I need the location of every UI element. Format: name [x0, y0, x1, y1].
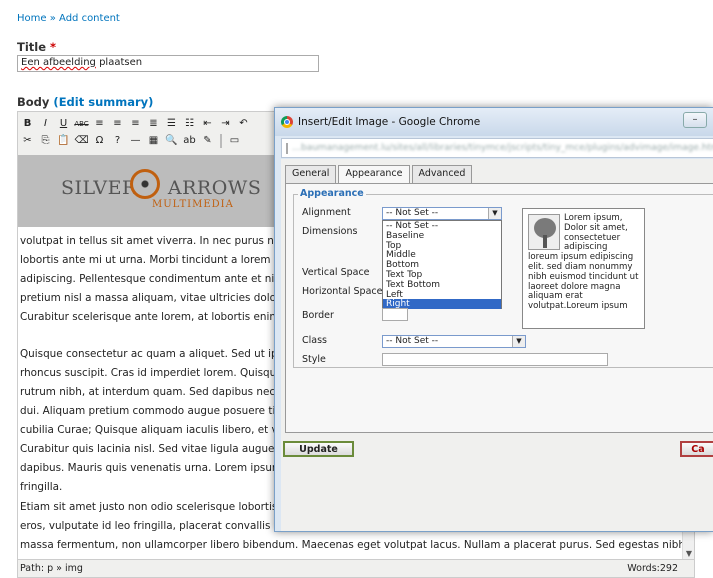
logo-subtitle: MULTIMEDIA	[152, 199, 234, 210]
alignment-option[interactable]: Left	[383, 290, 501, 300]
fullscreen-icon[interactable]: ▭	[227, 133, 242, 148]
cut-icon[interactable]: ✂	[20, 133, 35, 148]
strikethrough-icon[interactable]: ABC	[74, 116, 89, 131]
tab-appearance[interactable]: Appearance	[338, 165, 410, 184]
alignment-dropdown-list: -- Not Set -- Baseline Top Middle Bottom…	[382, 220, 502, 309]
tab-advanced[interactable]: Advanced	[411, 165, 473, 183]
dimensions-label: Dimensions	[302, 226, 358, 237]
table-icon[interactable]: ▦	[146, 133, 161, 148]
class-label: Class	[302, 335, 327, 346]
dialog-title: Insert/Edit Image - Google Chrome	[298, 116, 481, 128]
fieldset-legend: Appearance	[298, 188, 366, 199]
scroll-down-icon[interactable]: ▼	[686, 549, 692, 558]
logo-text-b: ARROWS	[167, 177, 262, 199]
tab-general[interactable]: General	[285, 165, 337, 183]
edit-summary-close: )	[148, 95, 154, 109]
align-center-icon[interactable]: ≡	[110, 116, 125, 131]
edit-icon[interactable]: ✎	[200, 133, 215, 148]
outdent-icon[interactable]: ⇤	[200, 116, 215, 131]
title-label: Title *	[17, 40, 56, 54]
alignment-option[interactable]: Text Top	[383, 270, 501, 280]
update-button[interactable]: Update	[283, 441, 354, 457]
title-input[interactable]: Een afbeelding plaatsen	[17, 55, 319, 72]
url-bar: …baumanagement.lu/sites/all/libraries/ti…	[281, 138, 713, 158]
clear-format-icon[interactable]: ⌫	[74, 133, 89, 148]
align-right-icon[interactable]: ≡	[128, 116, 143, 131]
minimize-button[interactable]: –	[683, 112, 707, 128]
editor-toolbar-row-1: B I U ABC ≡ ≡ ≡ ≣ ☰ ☷ ⇤ ⇥ ↶	[20, 115, 251, 132]
copy-icon[interactable]: ⎘	[38, 133, 53, 148]
paste-icon[interactable]: 📋	[56, 133, 71, 148]
vertical-space-label: Vertical Space	[302, 267, 370, 278]
border-label: Border	[302, 310, 334, 321]
logo-text: SILVER ARROWS	[61, 177, 261, 199]
alignment-label: Alignment	[302, 207, 351, 218]
align-left-icon[interactable]: ≡	[92, 116, 107, 131]
horizontal-space-label: Horizontal Space	[302, 286, 383, 297]
editor-statusbar: Path: p » img Words:292	[18, 559, 694, 577]
word-count: Words:292	[627, 563, 678, 574]
undo-icon[interactable]: ↶	[236, 116, 251, 131]
horizontal-rule-icon[interactable]: —	[128, 133, 143, 148]
breadcrumb-separator: »	[49, 13, 56, 24]
element-path: Path: p » img	[20, 563, 83, 574]
appearance-panel: Appearance Alignment -- Not Set -- ▼ -- …	[285, 183, 713, 433]
dialog-titlebar[interactable]: Insert/Edit Image - Google Chrome	[275, 108, 713, 136]
style-label: Style	[302, 354, 326, 365]
special-char-icon[interactable]: Ω	[92, 133, 107, 148]
help-icon[interactable]: ?	[110, 133, 125, 148]
alignment-preview: Lorem ipsum, Dolor sit amet, consectetue…	[522, 208, 645, 329]
border-input[interactable]	[382, 308, 408, 321]
cancel-button[interactable]: Ca	[680, 441, 713, 457]
editor-toolbar-row-2: ✂ ⎘ 📋 ⌫ Ω ? — ▦ 🔍 ab ✎ ▭	[20, 132, 242, 149]
title-value-misspelled: Een afbeelding	[21, 57, 96, 68]
breadcrumb-home-link[interactable]: Home	[17, 13, 47, 24]
paragraph-1: volutpat in tellus sit amet viverra. In …	[20, 235, 285, 324]
chevron-down-icon: ▼	[488, 208, 501, 219]
title-label-text: Title	[17, 40, 47, 54]
replace-icon[interactable]: ab	[182, 133, 197, 148]
bold-icon[interactable]: B	[20, 116, 35, 131]
style-input[interactable]	[382, 353, 608, 366]
alignment-option[interactable]: Baseline	[383, 231, 501, 241]
underline-icon[interactable]: U	[56, 116, 71, 131]
url-text: …baumanagement.lu/sites/all/libraries/ti…	[292, 143, 713, 153]
edit-summary-link[interactable]: Edit summary	[59, 95, 148, 109]
breadcrumb-add-content-link[interactable]: Add content	[59, 13, 120, 24]
chevron-down-icon: ▼	[512, 336, 525, 347]
page-icon	[286, 142, 288, 154]
target-logo-icon	[130, 169, 160, 199]
alignment-select[interactable]: -- Not Set -- ▼	[382, 207, 502, 220]
alignment-value: -- Not Set --	[386, 208, 439, 218]
alignment-option[interactable]: Text Bottom	[383, 280, 501, 290]
body-label: Body (Edit summary)	[17, 95, 153, 109]
toolbar-separator	[220, 133, 222, 148]
dialog-body: General Appearance Advanced Appearance A…	[281, 159, 713, 531]
align-justify-icon[interactable]: ≣	[146, 116, 161, 131]
breadcrumb: Home » Add content	[17, 13, 120, 24]
tree-image-icon	[528, 214, 560, 250]
appearance-fieldset: Appearance Alignment -- Not Set -- ▼ -- …	[293, 188, 713, 368]
dialog-tabs: General Appearance Advanced	[285, 165, 474, 184]
insert-image-dialog: Insert/Edit Image - Google Chrome – …bau…	[274, 107, 713, 532]
paragraph-3: Curabitur quis lacinia nisl. Sed vitae l…	[20, 443, 283, 494]
bullet-list-icon[interactable]: ☰	[164, 116, 179, 131]
numbered-list-icon[interactable]: ☷	[182, 116, 197, 131]
find-icon[interactable]: 🔍	[164, 133, 179, 148]
alignment-option[interactable]: Bottom	[383, 260, 501, 270]
indent-icon[interactable]: ⇥	[218, 116, 233, 131]
title-value-rest: plaatsen	[95, 57, 143, 68]
class-value: -- Not Set --	[386, 336, 439, 346]
chrome-icon	[281, 116, 293, 128]
italic-icon[interactable]: I	[38, 116, 53, 131]
alignment-option[interactable]: -- Not Set --	[383, 221, 501, 231]
body-label-text: Body	[17, 95, 50, 109]
required-mark: *	[50, 40, 57, 54]
class-select[interactable]: -- Not Set -- ▼	[382, 335, 526, 348]
alignment-option[interactable]: Top	[383, 241, 501, 251]
paragraph-2: Quisque consectetur ac quam a aliquet. S…	[20, 348, 290, 437]
alignment-option[interactable]: Middle	[383, 250, 501, 260]
logo-text-a: SILVER	[61, 177, 137, 199]
